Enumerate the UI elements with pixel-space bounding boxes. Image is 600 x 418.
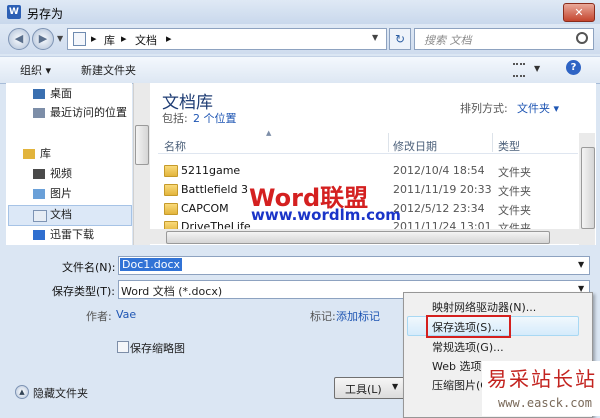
folder-icon	[164, 203, 178, 215]
refresh-button[interactable]: ↻	[389, 28, 411, 50]
chevron-up-icon[interactable]: ▲	[15, 385, 29, 399]
library-includes-label: 包括:	[162, 112, 188, 125]
video-icon	[33, 169, 45, 179]
new-folder-button[interactable]: 新建文件夹	[81, 62, 136, 78]
wordlm-watermark-url: www.wordlm.com	[251, 206, 401, 224]
forward-button[interactable]: ▶	[32, 28, 54, 50]
tags-label: 标记:	[310, 310, 336, 323]
tags-value[interactable]: 添加标记	[336, 308, 380, 324]
file-name[interactable]: Battlefield 3	[181, 183, 248, 196]
view-options-icon[interactable]	[513, 63, 525, 77]
view-chevron-down-icon[interactable]: ▼	[534, 64, 540, 73]
sidebar-item-desktop[interactable]: 桌面	[50, 86, 72, 102]
title-bar	[0, 0, 600, 24]
easck-watermark-url: www.easck.com	[498, 396, 592, 410]
menu-item-general-options[interactable]: 常规选项(G)...	[432, 339, 504, 355]
word-app-icon: W	[7, 5, 21, 19]
tools-chevron-down-icon[interactable]: ▼	[392, 382, 398, 391]
column-divider[interactable]	[388, 133, 389, 152]
close-button[interactable]: ✕	[563, 3, 595, 22]
address-bar[interactable]	[67, 28, 387, 50]
column-header-type[interactable]: 类型	[498, 138, 520, 154]
file-type: 文件夹	[498, 185, 531, 198]
breadcrumb-separator: ▸	[121, 32, 127, 45]
arrange-by-label: 排列方式:	[460, 102, 508, 115]
filename-chevron-down-icon[interactable]: ▼	[578, 260, 584, 269]
sidebar-item-library[interactable]: 库	[40, 146, 51, 162]
file-list-scrollbar-thumb[interactable]	[581, 147, 595, 229]
breadcrumb-library[interactable]: 库	[104, 32, 115, 48]
window-title: 另存为	[27, 7, 64, 21]
save-thumbnail-checkbox[interactable]	[117, 341, 129, 353]
tools-label[interactable]: 工具(L)	[345, 381, 382, 397]
menu-item-web-options[interactable]: Web 选项	[432, 358, 481, 374]
file-date: 2012/10/4 18:54	[393, 164, 485, 177]
sidebar-item-video[interactable]: 视频	[50, 166, 72, 182]
file-date: 2012/5/12 23:34	[393, 202, 485, 215]
filename-value[interactable]: Doc1.docx	[120, 258, 183, 271]
filename-label: 文件名(N):	[62, 261, 116, 274]
file-name[interactable]: 5211game	[181, 164, 240, 177]
author-value[interactable]: Vae	[116, 308, 136, 321]
filename-field[interactable]	[118, 256, 590, 275]
sidebar-item-recent[interactable]: 最近访问的位置	[50, 105, 127, 121]
save-options-annotation-box	[426, 315, 511, 338]
documents-icon	[33, 210, 47, 222]
desktop-icon	[33, 89, 45, 99]
search-icon	[576, 32, 588, 44]
folder-icon	[164, 165, 178, 177]
recent-places-icon	[33, 108, 45, 118]
library-locations-link[interactable]: 2 个位置	[193, 110, 237, 126]
author-label: 作者:	[86, 310, 112, 323]
filetype-value[interactable]: Word 文档 (*.docx)	[121, 283, 222, 299]
menu-item-map-network-drive[interactable]: 映射网络驱动器(N)...	[432, 299, 536, 315]
folder-icon	[164, 184, 178, 196]
file-date: 2011/11/19 20:33	[393, 183, 492, 196]
back-button[interactable]: ◀	[8, 28, 30, 50]
address-chevron-down-icon[interactable]: ▼	[372, 33, 378, 42]
sidebar-scrollbar-thumb[interactable]	[135, 125, 149, 165]
file-type: 文件夹	[498, 204, 531, 217]
hide-folders-button[interactable]: 隐藏文件夹	[33, 385, 88, 401]
horizontal-scrollbar-thumb[interactable]	[166, 231, 550, 244]
sidebar-item-pictures[interactable]: 图片	[50, 186, 72, 202]
sidebar-item-documents[interactable]: 文档	[50, 207, 72, 223]
pictures-icon	[33, 189, 45, 199]
breadcrumb-separator: ▸	[166, 32, 172, 45]
help-icon[interactable]: ?	[566, 60, 581, 75]
recent-pages-chevron-down-icon[interactable]: ▼	[57, 34, 63, 43]
breadcrumb-separator: ▸	[91, 32, 97, 45]
search-placeholder: 搜索 文档	[424, 34, 472, 47]
file-name[interactable]: CAPCOM	[181, 202, 229, 215]
file-type: 文件夹	[498, 166, 531, 179]
sidebar-item-thunder[interactable]: 迅雷下载	[50, 227, 94, 243]
address-folder-icon	[73, 32, 86, 46]
column-header-modified[interactable]: 修改日期	[393, 138, 437, 154]
breadcrumb-documents[interactable]: 文档	[135, 32, 157, 48]
column-divider[interactable]	[492, 133, 493, 152]
arrange-by-dropdown[interactable]: 文件夹 ▾	[517, 100, 559, 116]
easck-watermark-logo: 易采站长站	[487, 367, 597, 391]
sort-arrow-icon: ▲	[266, 129, 272, 137]
library-icon	[23, 149, 35, 159]
save-thumbnail-label[interactable]: 保存缩略图	[130, 340, 185, 356]
filetype-label: 保存类型(T):	[52, 285, 116, 298]
organize-button[interactable]: 组织 ▾	[20, 62, 51, 78]
thunder-download-icon	[33, 230, 45, 240]
column-header-name[interactable]: 名称	[164, 138, 186, 154]
